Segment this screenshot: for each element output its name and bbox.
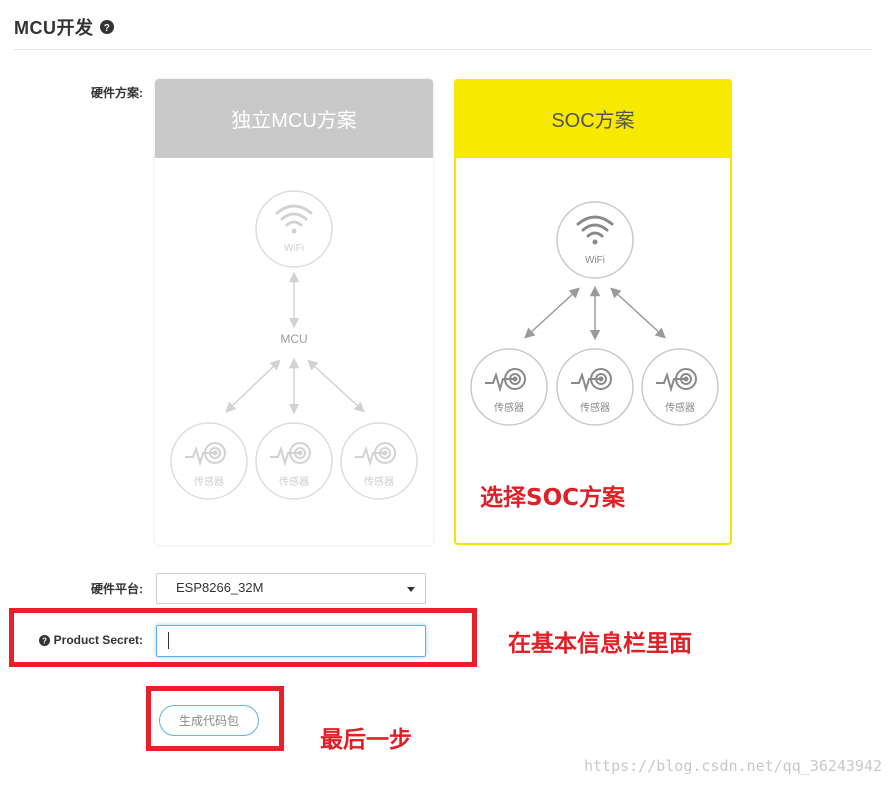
platform-select[interactable]: ESP8266_32M bbox=[156, 573, 426, 604]
sensor-icon bbox=[656, 368, 697, 393]
svg-text:?: ? bbox=[103, 23, 110, 34]
header-divider bbox=[14, 49, 872, 50]
sensor-node-label: 传感器 bbox=[279, 475, 309, 488]
soc-scheme-diagram: WiFi 传感器 传感器 传感器 bbox=[470, 201, 719, 426]
sensor-node-label: 传感器 bbox=[194, 475, 224, 488]
watermark: https://blog.csdn.net/qq_36243942 bbox=[583, 757, 882, 775]
sensor-icon bbox=[185, 442, 226, 467]
soc-scheme-card[interactable]: SOC方案 WiFi 传感器 传感器 传感器 bbox=[454, 79, 732, 545]
sensor-node-label: 传感器 bbox=[364, 475, 394, 488]
page-title-text: MCU开发 bbox=[14, 18, 94, 38]
platform-label: 硬件平台: bbox=[91, 582, 143, 596]
sensor-icon bbox=[355, 442, 396, 467]
hardware-scheme-label: 硬件方案: bbox=[91, 86, 143, 100]
wifi-icon bbox=[275, 204, 313, 234]
wifi-node: WiFi bbox=[556, 201, 634, 279]
sensor-node: 传感器 bbox=[340, 422, 418, 500]
sensor-icon bbox=[485, 368, 526, 393]
annotation-basic-info: 在基本信息栏里面 bbox=[508, 631, 692, 657]
page-title: MCU开发 ? bbox=[14, 14, 114, 40]
sensor-node-label: 传感器 bbox=[580, 401, 610, 414]
generate-code-package-button[interactable]: 生成代码包 bbox=[159, 705, 259, 736]
product-secret-label-row: ? Product Secret: bbox=[31, 633, 143, 647]
wifi-sensor-arrow-left bbox=[524, 287, 580, 339]
wifi-node: WiFi bbox=[255, 190, 333, 268]
sensor-node: 传感器 bbox=[470, 348, 548, 426]
text-cursor bbox=[168, 632, 169, 649]
wifi-node-label: WiFi bbox=[284, 243, 304, 254]
svg-text:?: ? bbox=[42, 636, 47, 645]
annotation-choose-soc: 选择SOC方案 bbox=[480, 485, 625, 511]
mcu-sensor-arrow-right bbox=[307, 359, 365, 413]
chevron-down-icon bbox=[407, 587, 415, 592]
product-secret-label: Product Secret: bbox=[53, 633, 143, 647]
mcu-scheme-diagram: WiFi MCU 传感器 传感器 传感器 bbox=[170, 190, 418, 500]
question-circle-icon[interactable]: ? bbox=[38, 634, 50, 646]
mcu-node-label: MCU bbox=[280, 332, 307, 346]
product-secret-input[interactable] bbox=[156, 625, 426, 657]
sensor-node-label: 传感器 bbox=[665, 401, 695, 414]
wifi-sensor-arrow-right bbox=[610, 287, 666, 339]
sensor-node-label: 传感器 bbox=[494, 401, 524, 414]
sensor-node: 传感器 bbox=[641, 348, 719, 426]
platform-select-value: ESP8266_32M bbox=[176, 580, 264, 595]
wifi-node-label: WiFi bbox=[585, 255, 605, 266]
mcu-sensor-arrow-left bbox=[225, 359, 281, 413]
sensor-node: 传感器 bbox=[255, 422, 333, 500]
sensor-node: 传感器 bbox=[170, 422, 248, 500]
annotation-last-step: 最后一步 bbox=[320, 727, 412, 753]
sensor-node: 传感器 bbox=[556, 348, 634, 426]
question-circle-icon[interactable]: ? bbox=[99, 20, 114, 34]
wifi-icon bbox=[576, 215, 614, 245]
sensor-icon bbox=[571, 368, 612, 393]
sensor-icon bbox=[270, 442, 311, 467]
mcu-scheme-card[interactable]: 独立MCU方案 WiFi MCU 传感器 传感器 传感器 bbox=[155, 79, 433, 545]
